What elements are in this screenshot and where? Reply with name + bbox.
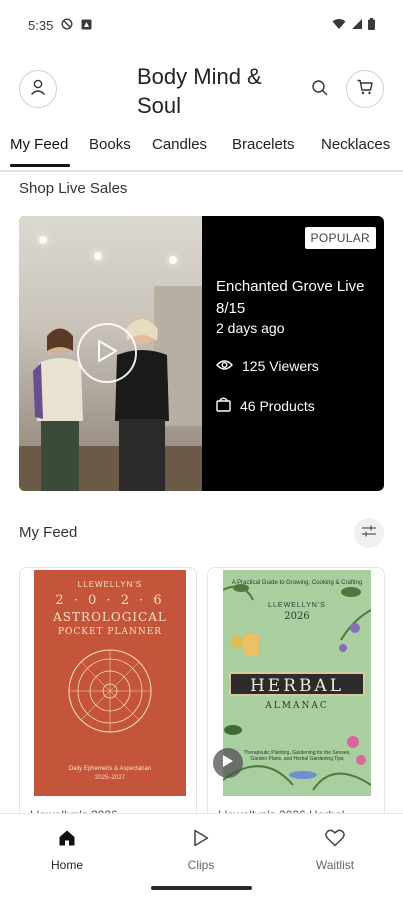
- status-right: [332, 17, 375, 33]
- book-footer-years: 2025–2027: [94, 775, 126, 781]
- ceiling-light: [94, 252, 102, 260]
- tab-my-feed[interactable]: My Feed: [10, 136, 68, 153]
- live-video-thumbnail[interactable]: [19, 216, 202, 491]
- wifi-icon: [332, 18, 346, 33]
- tab-necklaces[interactable]: Necklaces: [321, 136, 390, 153]
- cart-button[interactable]: [346, 70, 384, 108]
- home-icon: [22, 826, 112, 850]
- book-tagline: A Practical Guide to Growing, Cooking & …: [231, 580, 363, 586]
- nav-clips[interactable]: Clips: [156, 826, 246, 872]
- book-footer: Daily Ephemeris & Aspectarian: [68, 766, 152, 772]
- feed-card[interactable]: A Practical Guide to Growing, Cooking & …: [207, 567, 385, 827]
- play-icon: [156, 826, 246, 850]
- play-clip-button[interactable]: [213, 748, 243, 778]
- ceiling-light: [39, 236, 47, 244]
- nav-clips-label: Clips: [187, 858, 215, 872]
- nav-waitlist[interactable]: Waitlist: [290, 826, 380, 872]
- book-publisher: LLEWELLYN'S: [77, 580, 143, 589]
- live-sale-card[interactable]: POPULAR Enchanted Grove Live 8/15 2 days…: [19, 216, 384, 491]
- status-bar: 5:35: [0, 0, 403, 50]
- eye-icon: [216, 358, 233, 374]
- app-header: Body Mind & Soul: [0, 60, 403, 122]
- nav-home-label: Home: [50, 858, 83, 872]
- popular-badge: POPULAR: [304, 227, 376, 249]
- battery-icon: [368, 17, 375, 33]
- active-tab-indicator: [10, 164, 70, 167]
- live-title: Enchanted Grove Live 8/15: [216, 278, 365, 317]
- notification-app-icon: [81, 18, 92, 33]
- book-year: 2 · 0 · 2 · 6: [55, 593, 165, 608]
- book-cover-astrological-planner: LLEWELLYN'S 2 · 0 · 2 · 6 ASTROLOGICAL P…: [34, 570, 186, 796]
- search-button[interactable]: [308, 78, 332, 102]
- user-icon: [29, 78, 47, 101]
- nav-waitlist-label: Waitlist: [315, 858, 355, 872]
- tab-bracelets[interactable]: Bracelets: [232, 136, 295, 153]
- live-section-title: Shop Live Sales: [19, 180, 128, 197]
- products-stat: 46 Products: [216, 397, 315, 415]
- feed-section-title: My Feed: [19, 524, 78, 541]
- book-publisher: LLEWELLYN'S: [268, 602, 326, 609]
- book-subtitle: ALMANAC: [265, 701, 329, 711]
- filter-icon: [361, 524, 377, 543]
- brand-title: Body Mind & Soul: [137, 64, 262, 118]
- filter-button[interactable]: [354, 518, 384, 548]
- signal-icon: [351, 18, 363, 33]
- ceiling-light: [169, 256, 177, 264]
- tab-books[interactable]: Books: [89, 136, 131, 153]
- bottom-navigation: Home Clips Waitlist: [0, 813, 403, 900]
- heart-icon: [290, 826, 380, 850]
- book-cover-herbal-almanac: A Practical Guide to Growing, Cooking & …: [223, 570, 371, 796]
- nav-home[interactable]: Home: [22, 826, 112, 872]
- status-left: 5:35: [28, 18, 92, 33]
- play-video-button[interactable]: [77, 323, 137, 383]
- live-time-ago: 2 days ago: [216, 320, 285, 336]
- book-year: 2026: [284, 611, 310, 622]
- play-icon: [96, 339, 118, 368]
- shopping-bag-icon: [216, 397, 231, 415]
- do-not-disturb-icon: [61, 17, 73, 33]
- feed-card[interactable]: LLEWELLYN'S 2 · 0 · 2 · 6 ASTROLOGICAL P…: [19, 567, 197, 827]
- book-subtitle: POCKET PLANNER: [57, 627, 163, 637]
- search-icon: [311, 79, 329, 102]
- viewers-count: 125 Viewers: [242, 358, 319, 374]
- category-tabs: My Feed Books Candles Bracelets Necklace…: [0, 128, 403, 172]
- status-time: 5:35: [28, 17, 54, 33]
- viewers-stat: 125 Viewers: [216, 358, 319, 374]
- zodiac-wheel-illustration: [68, 649, 152, 733]
- book-title: ASTROLOGICAL: [53, 610, 167, 624]
- book-description: Therapeutic Planting, Gardening for the …: [243, 750, 351, 762]
- book-title: HERBAL: [229, 672, 365, 696]
- gesture-home-indicator[interactable]: [151, 886, 252, 890]
- tab-candles[interactable]: Candles: [152, 136, 207, 153]
- profile-button[interactable]: [19, 70, 57, 108]
- cart-icon: [356, 78, 374, 101]
- live-info-panel: POPULAR Enchanted Grove Live 8/15 2 days…: [202, 216, 384, 491]
- play-icon: [222, 754, 234, 773]
- products-count: 46 Products: [240, 398, 315, 414]
